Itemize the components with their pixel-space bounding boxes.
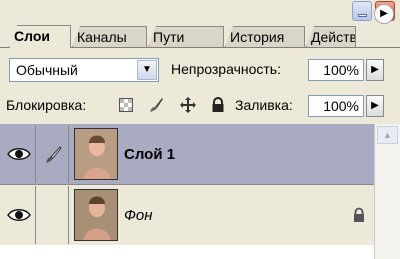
opacity-label: Непрозрачность:: [171, 61, 281, 77]
tab-paths[interactable]: Пути: [148, 26, 224, 47]
layer-name[interactable]: Слой 1: [124, 146, 175, 163]
opacity-slider-button[interactable]: ▶: [366, 59, 384, 81]
tab-label: Действия: [311, 29, 356, 45]
lock-transparency-icon[interactable]: [118, 97, 134, 113]
brush-icon: [46, 146, 62, 163]
lock-position-move-icon[interactable]: [180, 97, 196, 113]
tab-channels[interactable]: Каналы: [72, 26, 147, 47]
layer-thumbnail: [74, 128, 118, 180]
tab-label: Слои: [14, 28, 50, 44]
lock-pixels-brush-icon[interactable]: [148, 97, 164, 113]
tab-label: История: [230, 29, 285, 45]
eye-icon: [7, 148, 31, 160]
opacity-input[interactable]: 100%: [308, 59, 364, 81]
tab-label: Каналы: [77, 29, 127, 45]
layer-visibility-toggle[interactable]: [2, 125, 36, 183]
panel-title-strip: [0, 0, 400, 22]
tab-history[interactable]: История: [225, 26, 305, 47]
minimize-icon: [358, 14, 367, 17]
layer-thumbnail: [74, 189, 118, 241]
panel-menu-button[interactable]: ▶: [374, 4, 394, 24]
blend-mode-select[interactable]: Обычный ▼: [9, 58, 159, 82]
scroll-up-button[interactable]: ▲: [377, 126, 398, 144]
eye-icon: [7, 209, 31, 221]
chevron-down-icon[interactable]: ▼: [137, 60, 157, 80]
fill-slider-button[interactable]: ▶: [366, 95, 384, 117]
lock-icon: [352, 207, 366, 223]
tab-label: Пути: [153, 29, 185, 45]
layer-link-cell[interactable]: [37, 186, 69, 244]
fill-input[interactable]: 100%: [308, 95, 364, 117]
blend-mode-value: Обычный: [16, 62, 78, 78]
tab-layers[interactable]: Слои: [9, 25, 71, 48]
tab-bar: Действия История Пути Каналы Слои: [0, 22, 400, 48]
fill-label: Заливка:: [235, 97, 293, 113]
layer-name[interactable]: Фон: [124, 207, 153, 224]
layer-edit-cell[interactable]: [37, 125, 69, 183]
minimize-button[interactable]: [352, 1, 372, 21]
layer-visibility-toggle[interactable]: [2, 186, 36, 244]
lock-all-icon[interactable]: [210, 97, 226, 113]
lock-label: Блокировка:: [6, 97, 87, 113]
tab-actions[interactable]: Действия: [306, 26, 356, 47]
layers-scrollbar[interactable]: ▲: [374, 124, 400, 259]
